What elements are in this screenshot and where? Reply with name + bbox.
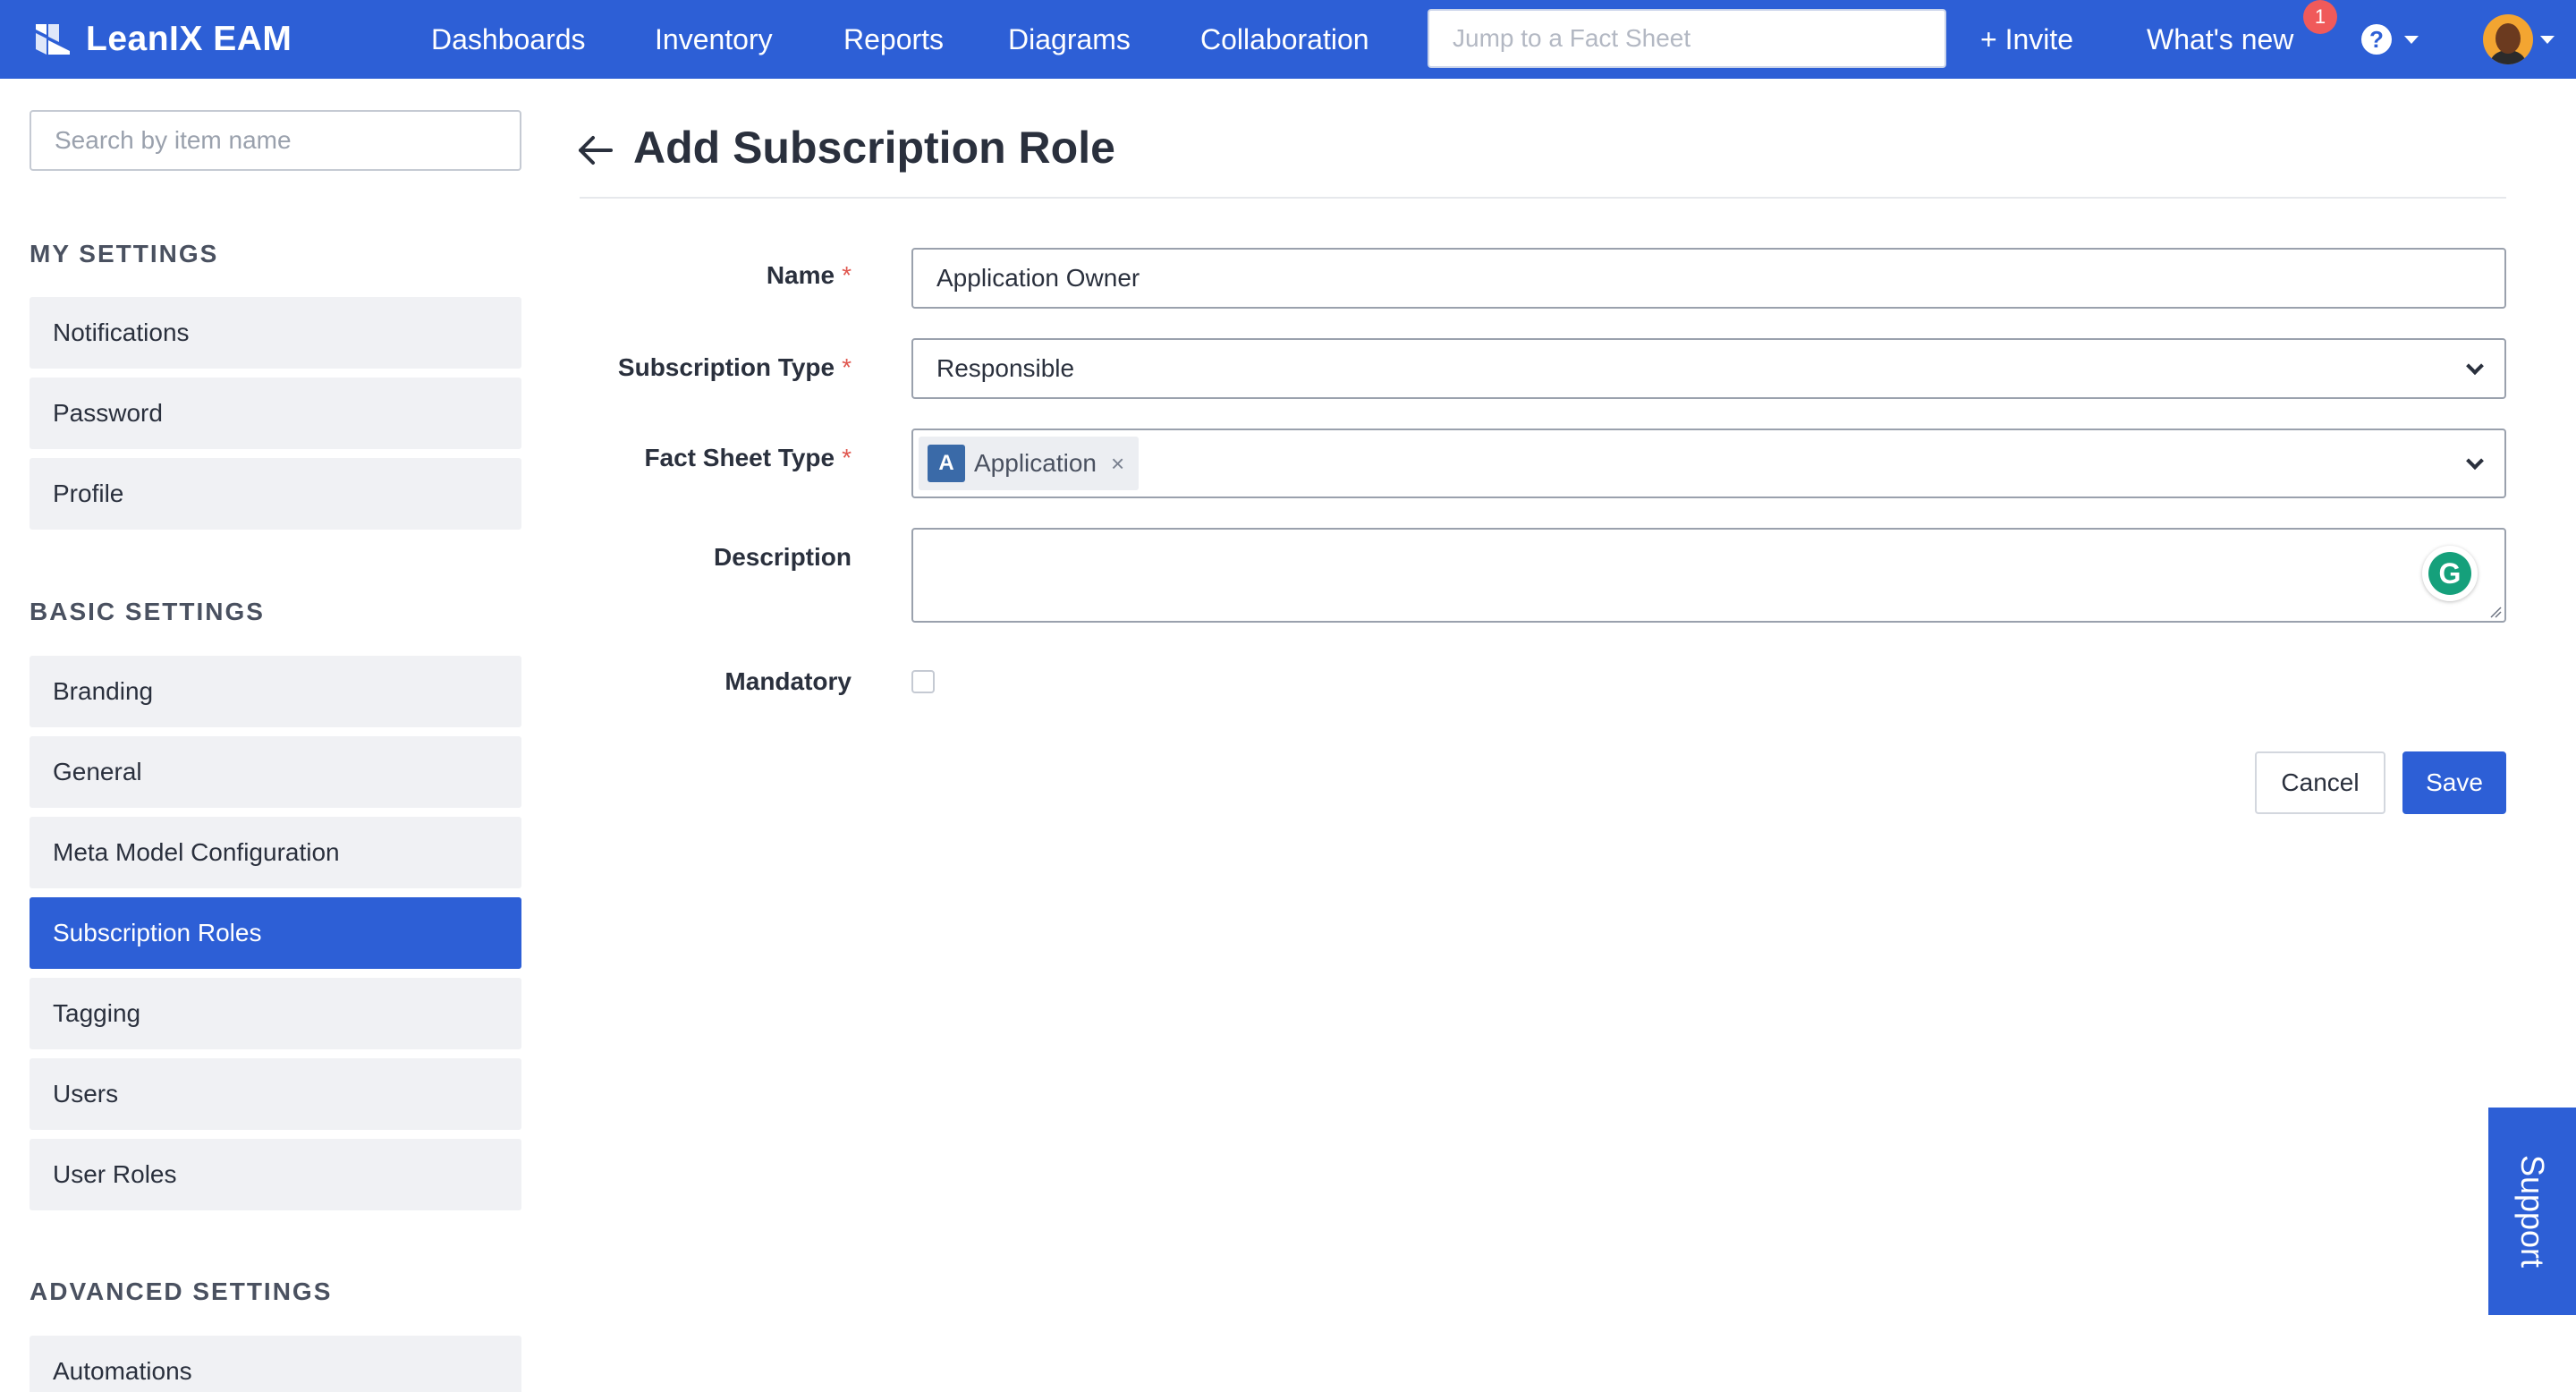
- subscription-type-label-text: Subscription Type: [617, 353, 835, 381]
- caret-down-icon: [2404, 35, 2419, 44]
- cancel-button[interactable]: Cancel: [2255, 751, 2385, 814]
- description-textarea[interactable]: G: [911, 528, 2506, 623]
- caret-down-icon: [2540, 35, 2555, 44]
- jump-to-fact-sheet-input[interactable]: [1428, 9, 1946, 68]
- user-menu-button[interactable]: [2483, 14, 2555, 64]
- nav-dashboards[interactable]: Dashboards: [431, 0, 586, 79]
- nav-inventory[interactable]: Inventory: [655, 0, 773, 79]
- grammarly-icon: G: [2428, 552, 2471, 595]
- help-menu-button[interactable]: ?: [2361, 21, 2419, 57]
- name-label-text: Name: [766, 261, 835, 289]
- subscription-type-value: Responsible: [936, 354, 1075, 382]
- section-title-advanced-settings: ADVANCED SETTINGS: [30, 1277, 333, 1305]
- leanix-logo-icon: [36, 24, 70, 55]
- fact-sheet-type-tag: A Application ×: [919, 437, 1140, 490]
- header-divider: [580, 197, 2506, 199]
- sidebar-item-user-roles[interactable]: User Roles: [30, 1139, 521, 1210]
- app-logo[interactable]: LeanIX EAM: [34, 18, 292, 61]
- support-tab[interactable]: Support: [2488, 1108, 2576, 1315]
- remove-tag-icon[interactable]: ×: [1111, 450, 1124, 478]
- sidebar-item-general[interactable]: General: [30, 736, 521, 808]
- sidebar-item-subscription-roles[interactable]: Subscription Roles: [30, 897, 521, 969]
- top-navigation-bar: LeanIX EAM Dashboards Inventory Reports …: [0, 0, 2576, 79]
- required-marker: *: [842, 261, 852, 289]
- nav-reports[interactable]: Reports: [843, 0, 944, 79]
- page-title: Add Subscription Role: [633, 123, 1115, 173]
- whats-new-link[interactable]: What's new: [2147, 0, 2293, 79]
- whats-new-count-badge: 1: [2303, 0, 2337, 34]
- resize-handle-icon[interactable]: [2489, 606, 2502, 618]
- invite-button[interactable]: + Invite: [1980, 0, 2073, 79]
- required-marker: *: [842, 353, 852, 381]
- subscription-type-label: Subscription Type *: [618, 353, 852, 382]
- sidebar-item-meta-model-configuration[interactable]: Meta Model Configuration: [30, 817, 521, 888]
- section-title-basic-settings: BASIC SETTINGS: [30, 598, 265, 625]
- name-field-value: Application Owner: [936, 264, 1140, 292]
- save-button[interactable]: Save: [2402, 751, 2506, 814]
- sidebar-item-users[interactable]: Users: [30, 1058, 521, 1130]
- fact-sheet-type-label-text: Fact Sheet Type: [644, 444, 835, 471]
- sidebar-item-branding[interactable]: Branding: [30, 656, 521, 727]
- description-label: Description: [713, 543, 852, 571]
- app-name: LeanIX EAM: [86, 20, 292, 58]
- required-marker: *: [842, 444, 852, 471]
- sidebar-item-profile[interactable]: Profile: [30, 458, 521, 530]
- sidebar-item-automations[interactable]: Automations: [30, 1336, 521, 1392]
- application-type-icon: A: [928, 445, 965, 482]
- avatar: [2483, 14, 2533, 64]
- sidebar-item-tagging[interactable]: Tagging: [30, 978, 521, 1049]
- help-icon: ?: [2361, 24, 2392, 55]
- name-label: Name *: [767, 261, 852, 290]
- chevron-down-icon: [2466, 357, 2484, 376]
- mandatory-label: Mandatory: [724, 667, 852, 695]
- fact-sheet-type-tag-label: Application: [974, 449, 1097, 477]
- sidebar-item-notifications[interactable]: Notifications: [30, 297, 521, 369]
- fact-sheet-type-label: Fact Sheet Type *: [644, 444, 852, 472]
- chevron-down-icon: [2466, 452, 2484, 471]
- support-label: Support: [2514, 1154, 2551, 1269]
- mandatory-checkbox[interactable]: [911, 670, 935, 693]
- fact-sheet-type-select[interactable]: A Application ×: [911, 429, 2506, 498]
- name-field[interactable]: Application Owner: [911, 248, 2506, 309]
- sidebar-search-input[interactable]: [30, 110, 521, 171]
- nav-collaboration[interactable]: Collaboration: [1200, 0, 1369, 79]
- back-arrow-icon[interactable]: [577, 132, 614, 168]
- nav-diagrams[interactable]: Diagrams: [1008, 0, 1131, 79]
- section-title-my-settings: MY SETTINGS: [30, 240, 219, 267]
- grammarly-button[interactable]: G: [2422, 546, 2478, 601]
- subscription-type-select[interactable]: Responsible: [911, 338, 2506, 399]
- sidebar-item-password[interactable]: Password: [30, 378, 521, 449]
